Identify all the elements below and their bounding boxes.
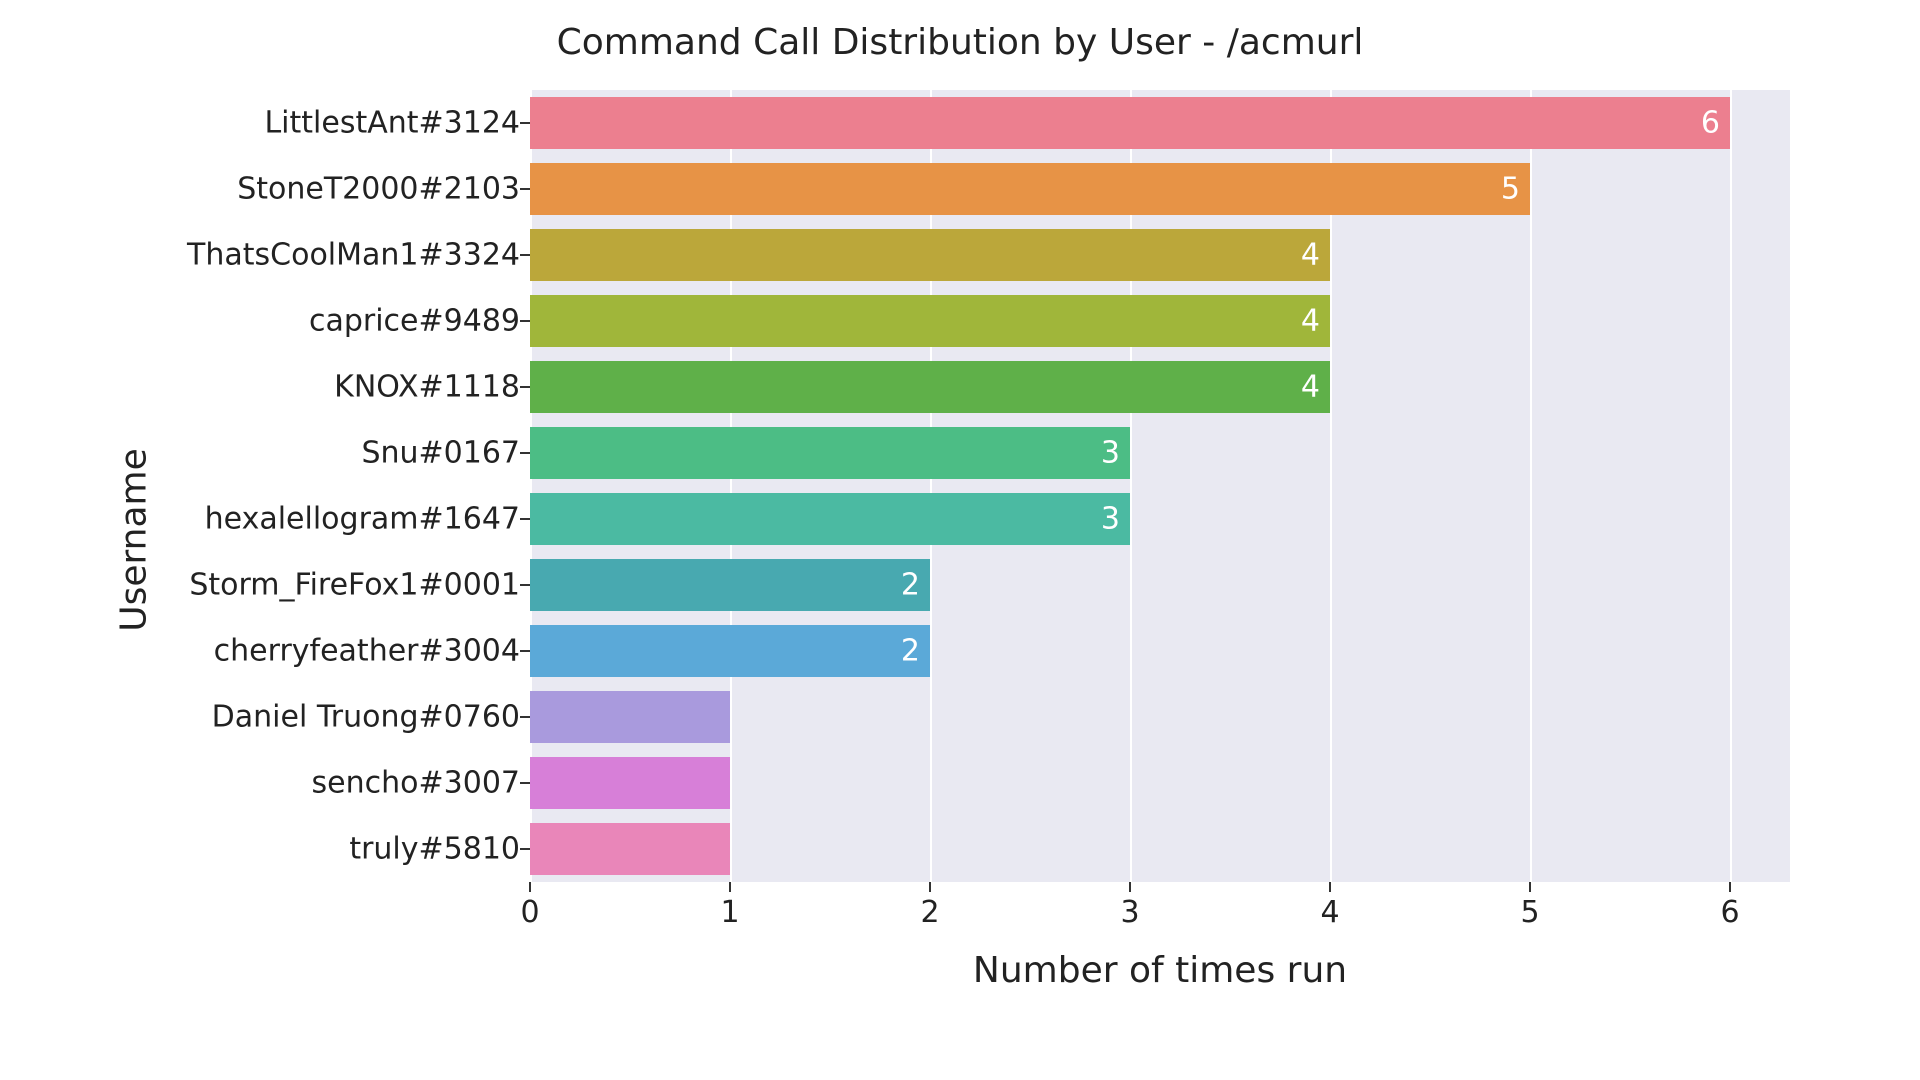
x-tick-mark bbox=[1329, 882, 1331, 892]
x-tick-mark bbox=[929, 882, 931, 892]
x-tick-mark bbox=[529, 882, 531, 892]
x-tick-label: 1 bbox=[720, 895, 739, 930]
bar bbox=[530, 691, 730, 744]
x-axis-label: Number of times run bbox=[530, 950, 1790, 991]
y-tick-label: sencho#3007 bbox=[312, 766, 520, 801]
gridline bbox=[1530, 90, 1532, 882]
plot-area: 6 5 4 4 4 3 3 2 2 bbox=[530, 90, 1790, 882]
bar-value-label: 2 bbox=[901, 633, 920, 668]
bar-value-label: 3 bbox=[1101, 435, 1120, 470]
x-tick-mark bbox=[1129, 882, 1131, 892]
bar-row: 4 bbox=[530, 361, 1330, 414]
bar bbox=[530, 427, 1130, 480]
y-tick-mark bbox=[520, 848, 530, 850]
bar bbox=[530, 163, 1530, 216]
bar bbox=[530, 757, 730, 810]
bar-row: 5 bbox=[530, 163, 1530, 216]
bar-row: 4 bbox=[530, 295, 1330, 348]
y-tick-label: Snu#0167 bbox=[361, 436, 520, 471]
bar-row bbox=[530, 757, 730, 810]
bar bbox=[530, 493, 1130, 546]
bar-row bbox=[530, 823, 730, 876]
gridline bbox=[1730, 90, 1732, 882]
bar bbox=[530, 625, 930, 678]
x-tick-mark bbox=[1729, 882, 1731, 892]
bar-value-label: 4 bbox=[1301, 237, 1320, 272]
bar-row: 6 bbox=[530, 97, 1730, 150]
x-tick-label: 4 bbox=[1320, 895, 1339, 930]
y-tick-label: Storm_FireFox1#0001 bbox=[189, 568, 520, 603]
bar bbox=[530, 559, 930, 612]
y-tick-mark bbox=[520, 518, 530, 520]
bar bbox=[530, 295, 1330, 348]
bar bbox=[530, 97, 1730, 150]
x-tick-label: 5 bbox=[1520, 895, 1539, 930]
bar-value-label: 2 bbox=[901, 567, 920, 602]
bar-value-label: 4 bbox=[1301, 303, 1320, 338]
y-tick-mark bbox=[520, 254, 530, 256]
y-tick-mark bbox=[520, 188, 530, 190]
y-tick-label: LittlestAnt#3124 bbox=[264, 106, 520, 141]
y-tick-mark bbox=[520, 716, 530, 718]
chart-title: Command Call Distribution by User - /acm… bbox=[0, 22, 1920, 63]
y-axis-label: Username bbox=[113, 448, 154, 632]
x-tick-mark bbox=[1529, 882, 1531, 892]
bar-value-label: 5 bbox=[1501, 171, 1520, 206]
x-tick-label: 0 bbox=[520, 895, 539, 930]
x-tick-mark bbox=[729, 882, 731, 892]
y-tick-label: KNOX#1118 bbox=[334, 370, 520, 405]
bar-row: 3 bbox=[530, 493, 1130, 546]
y-tick-mark bbox=[520, 782, 530, 784]
y-tick-label: ThatsCoolMan1#3324 bbox=[187, 238, 520, 273]
bar bbox=[530, 823, 730, 876]
bar-value-label: 6 bbox=[1701, 105, 1720, 140]
y-tick-mark bbox=[520, 650, 530, 652]
y-tick-label: cherryfeather#3004 bbox=[214, 634, 520, 669]
bar-row: 2 bbox=[530, 559, 930, 612]
bar-row bbox=[530, 691, 730, 744]
bar-row: 4 bbox=[530, 229, 1330, 282]
x-tick-label: 3 bbox=[1120, 895, 1139, 930]
y-tick-label: truly#5810 bbox=[349, 832, 520, 867]
x-tick-label: 2 bbox=[920, 895, 939, 930]
y-tick-label: Daniel Truong#0760 bbox=[212, 700, 520, 735]
y-tick-label: caprice#9489 bbox=[309, 304, 520, 339]
y-tick-mark bbox=[520, 452, 530, 454]
bar-row: 2 bbox=[530, 625, 930, 678]
bar bbox=[530, 229, 1330, 282]
bar-value-label: 3 bbox=[1101, 501, 1120, 536]
y-tick-label: StoneT2000#2103 bbox=[237, 172, 520, 207]
y-tick-label: hexalellogram#1647 bbox=[205, 502, 520, 537]
bar bbox=[530, 361, 1330, 414]
bar-value-label: 4 bbox=[1301, 369, 1320, 404]
y-tick-mark bbox=[520, 122, 530, 124]
y-tick-mark bbox=[520, 386, 530, 388]
y-tick-mark bbox=[520, 320, 530, 322]
y-tick-mark bbox=[520, 584, 530, 586]
x-tick-label: 6 bbox=[1720, 895, 1739, 930]
chart-container: Command Call Distribution by User - /acm… bbox=[0, 0, 1920, 1080]
bar-row: 3 bbox=[530, 427, 1130, 480]
